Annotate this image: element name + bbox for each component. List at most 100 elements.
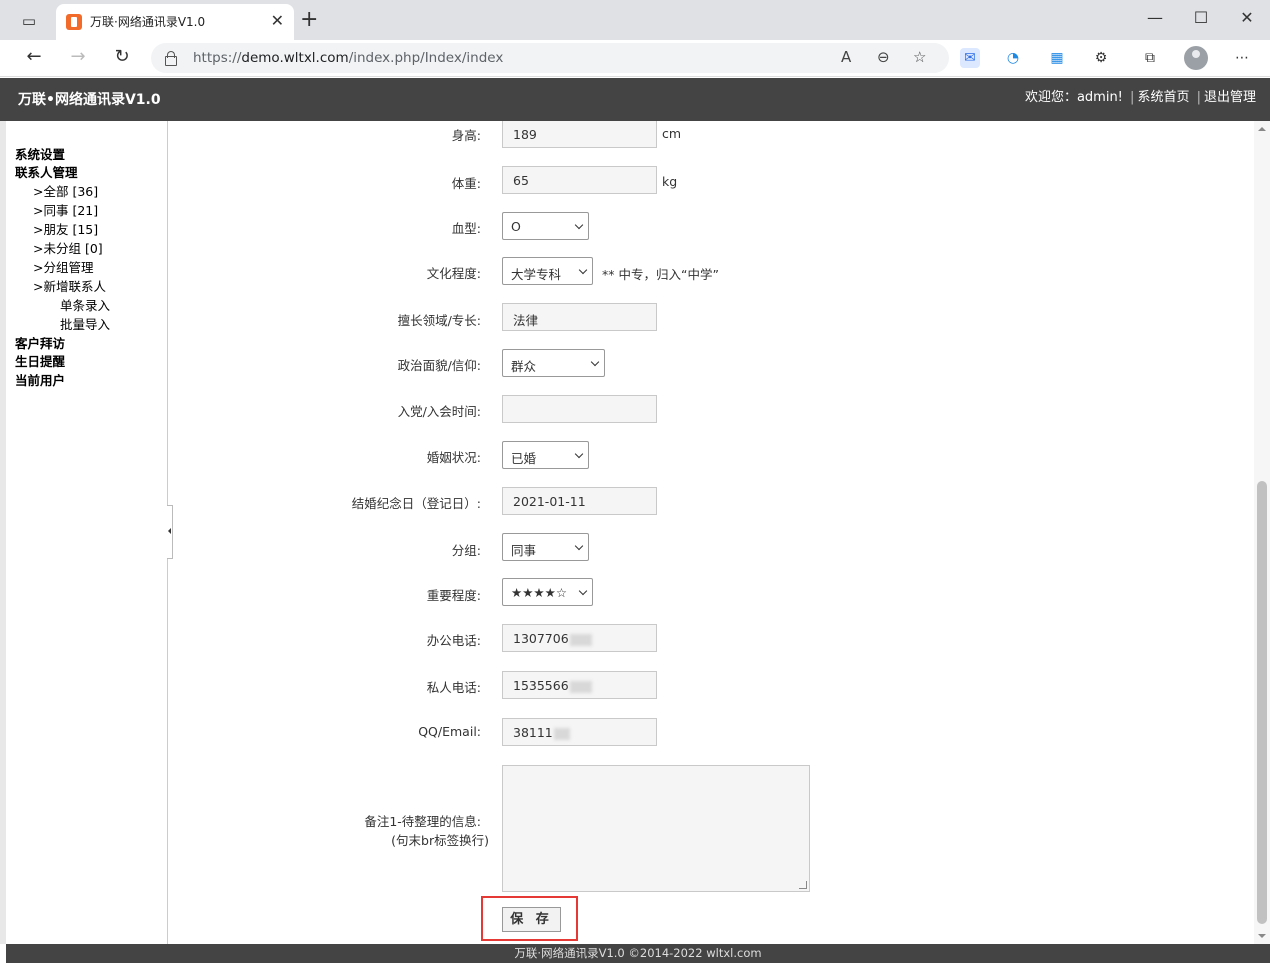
weight-unit: kg <box>662 174 678 189</box>
political-value: 群众 <box>511 359 537 374</box>
refresh-icon[interactable]: ↻ <box>110 46 134 67</box>
forward-icon[interactable]: → <box>66 46 90 67</box>
education-select[interactable]: 大学专科 <box>502 257 593 285</box>
collections-icon[interactable]: ⧉ <box>1140 48 1160 68</box>
chevron-down-icon <box>574 220 584 230</box>
sidebar-item-single-entry[interactable]: 单条录入 <box>60 295 110 314</box>
sidebar-item-system-settings[interactable]: 系统设置 <box>15 144 65 163</box>
height-input[interactable]: 189 <box>502 121 657 148</box>
chevron-down-icon <box>574 449 584 459</box>
political-select[interactable]: 群众 <box>502 349 605 377</box>
sidebar-item-friends[interactable]: >朋友 [15] <box>33 219 98 238</box>
importance-select[interactable]: ★★★★☆ <box>502 578 593 606</box>
blood-type-value: O <box>511 219 521 234</box>
mobile-label: 私人电话: <box>426 680 481 695</box>
specialty-label: 擅长领域/专长: <box>397 313 481 328</box>
sidebar-item-ungrouped[interactable]: >未分组 [0] <box>33 238 103 257</box>
back-icon[interactable]: ← <box>22 46 46 67</box>
scrollbar-thumb[interactable] <box>1257 481 1267 924</box>
group-value: 同事 <box>511 543 537 558</box>
education-label: 文化程度: <box>426 266 481 281</box>
wedding-date-input[interactable]: 2021-01-11 <box>502 487 657 515</box>
user-bar: 欢迎您：admin! | 系统首页 | 退出管理 <box>1024 90 1256 105</box>
marital-value: 已婚 <box>511 451 537 466</box>
site-favicon-icon <box>66 14 82 30</box>
app-title: 万联•网络通讯录V1.0 <box>18 92 161 108</box>
save-button[interactable]: 保 存 <box>502 907 561 932</box>
chevron-down-icon <box>574 541 584 551</box>
mobile-value: 1535566 <box>513 678 569 693</box>
remark-textarea[interactable] <box>502 765 810 892</box>
redacted-mask <box>569 633 592 646</box>
weight-label: 体重: <box>451 176 481 191</box>
tab-actions-icon[interactable]: ▭ <box>16 10 42 32</box>
sidebar-item-current-user[interactable]: 当前用户 <box>15 370 65 389</box>
browser-tab-bar: ▭ 万联·网络通讯录V1.0 ✕ + — ☐ ✕ <box>0 0 1270 40</box>
extension-refresh-icon[interactable]: ◔ <box>1003 48 1023 68</box>
window-close-icon[interactable]: ✕ <box>1237 8 1257 27</box>
qq-email-input[interactable]: 38111 <box>502 718 657 746</box>
tab-close-icon[interactable]: ✕ <box>271 11 284 30</box>
redacted-mask <box>553 727 570 740</box>
group-label: 分组: <box>451 543 481 558</box>
sidebar-item-add-contact[interactable]: >新增联系人 <box>33 276 106 295</box>
remark-label: 备注1-待整理的信息: <box>364 814 481 829</box>
height-label: 身高: <box>451 128 481 143</box>
education-value: 大学专科 <box>511 267 562 282</box>
more-menu-icon[interactable]: ⋯ <box>1232 48 1252 68</box>
browser-tab[interactable]: 万联·网络通讯录V1.0 ✕ <box>56 4 294 40</box>
qq-email-value: 38111 <box>513 725 553 740</box>
height-unit: cm <box>662 126 682 141</box>
political-label: 政治面貌/信仰: <box>397 358 481 373</box>
marital-select[interactable]: 已婚 <box>502 441 589 469</box>
importance-stars: ★★★★☆ <box>511 585 568 600</box>
sidebar-item-group-management[interactable]: >分组管理 <box>33 257 93 276</box>
welcome-text: 欢迎您：admin! <box>1024 90 1123 105</box>
office-phone-input[interactable]: 1307706 <box>502 624 657 652</box>
group-select[interactable]: 同事 <box>502 533 589 561</box>
specialty-input[interactable]: 法律 <box>502 303 657 331</box>
tab-title: 万联·网络通讯录V1.0 <box>90 15 206 29</box>
redacted-mask <box>569 680 592 693</box>
sidebar-item-batch-import[interactable]: 批量导入 <box>60 314 110 333</box>
blood-type-select[interactable]: O <box>502 212 589 240</box>
marital-label: 婚姻状况: <box>426 450 481 465</box>
sidebar-item-colleagues[interactable]: >同事 [21] <box>33 200 98 219</box>
minimize-icon[interactable]: — <box>1145 8 1165 27</box>
read-aloud-icon[interactable]: A <box>841 48 851 66</box>
weight-input[interactable]: 65 <box>502 166 657 194</box>
party-date-label: 入党/入会时间: <box>397 404 481 419</box>
url-text: https://demo.wltxl.com/index.php/Index/i… <box>193 50 504 66</box>
address-bar[interactable]: https://demo.wltxl.com/index.php/Index/i… <box>151 43 949 73</box>
page-scrollbar[interactable] <box>1254 121 1270 944</box>
office-phone-value: 1307706 <box>513 631 569 646</box>
app-header: 万联•网络通讯录V1.0 欢迎您：admin! | 系统首页 | 退出管理 <box>0 78 1270 121</box>
maximize-icon[interactable]: ☐ <box>1191 8 1211 27</box>
window-bottom-edge <box>0 963 1270 971</box>
remark-hint: (句末br标签换行) <box>391 833 489 848</box>
mobile-input[interactable]: 1535566 <box>502 671 657 699</box>
sidebar: 系统设置 联系人管理 >全部 [36] >同事 [21] >朋友 [15] >未… <box>6 121 168 944</box>
extensions-icon[interactable]: ⚙ <box>1091 48 1111 68</box>
logout-link[interactable]: 退出管理 <box>1204 90 1256 105</box>
zoom-out-icon[interactable]: ⊖ <box>877 48 890 66</box>
scroll-up-icon[interactable] <box>1258 127 1266 131</box>
sidebar-item-birthday-reminders[interactable]: 生日提醒 <box>15 351 65 370</box>
app-footer: 万联·网络通讯录V1.0 ©2014-2022 wltxl.com <box>6 944 1270 963</box>
new-tab-icon[interactable]: + <box>300 8 318 32</box>
chevron-down-icon <box>590 357 600 367</box>
home-link[interactable]: 系统首页 <box>1137 90 1189 105</box>
sidebar-item-contact-management[interactable]: 联系人管理 <box>15 162 78 181</box>
extension-calendar-icon[interactable]: ▦ <box>1047 48 1067 68</box>
party-date-input[interactable] <box>502 395 657 423</box>
scroll-down-icon[interactable] <box>1258 934 1266 938</box>
qq-email-label: QQ/Email: <box>418 724 481 739</box>
extension-mail-icon[interactable]: ✉ <box>960 48 980 68</box>
sidebar-item-customer-visits[interactable]: 客户拜访 <box>15 333 65 352</box>
sidebar-item-all[interactable]: >全部 [36] <box>33 181 98 200</box>
profile-avatar[interactable] <box>1184 46 1208 70</box>
chevron-down-icon <box>578 586 588 596</box>
lock-icon[interactable] <box>165 51 177 66</box>
office-phone-label: 办公电话: <box>426 633 481 648</box>
favorite-add-icon[interactable]: ☆ <box>913 48 926 66</box>
